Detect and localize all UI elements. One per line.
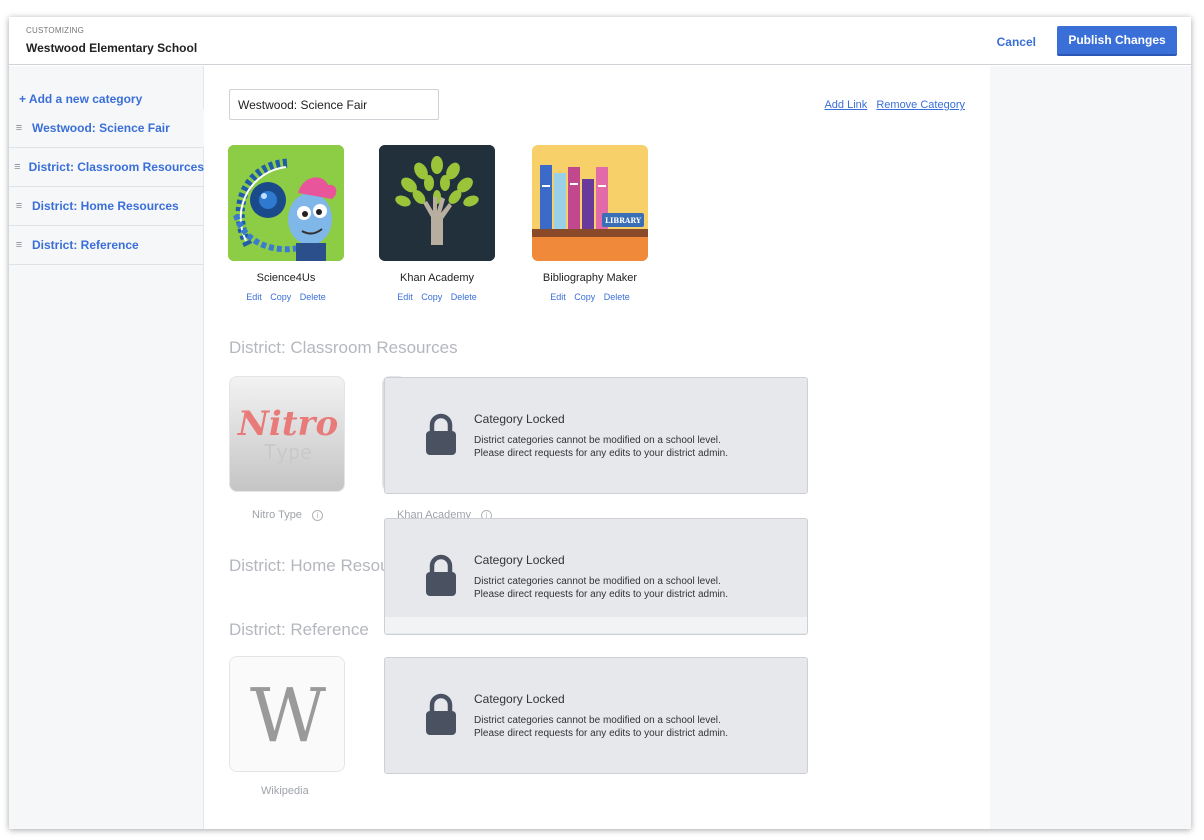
wikipedia-tile: W: [229, 656, 345, 772]
svg-text:LIBRARY: LIBRARY: [605, 216, 642, 225]
svg-text:Type: Type: [264, 440, 312, 464]
publish-changes-button[interactable]: Publish Changes: [1057, 26, 1177, 56]
lock-message: District categories cannot be modified o…: [474, 576, 729, 600]
sidebar-item-westwood-science-fair[interactable]: ≡ Westwood: Science Fair: [9, 109, 204, 148]
drag-handle-icon[interactable]: ≡: [13, 200, 25, 212]
drag-handle-icon[interactable]: ≡: [13, 122, 25, 134]
section-heading-reference: District: Reference: [229, 620, 373, 640]
lock-icon: [426, 554, 456, 596]
sidebar-item-label: Westwood: Science Fair: [32, 121, 170, 135]
copy-link[interactable]: Copy: [574, 292, 595, 302]
lock-message: District categories cannot be modified o…: [474, 715, 729, 739]
tile-name: Wikipedia: [261, 785, 309, 797]
drag-handle-icon[interactable]: ≡: [13, 161, 22, 173]
lock-title: Category Locked: [474, 553, 565, 567]
science4us-icon: [228, 145, 344, 261]
right-pane: [990, 66, 1191, 829]
tile-name: Nitro Type: [252, 509, 302, 521]
nitro-type-tile: Nitro Type: [229, 376, 345, 492]
category-locked-panel: Category Locked District categories cann…: [384, 377, 808, 494]
delete-link[interactable]: Delete: [451, 292, 477, 302]
sidebar-item-label: District: Reference: [32, 238, 139, 252]
tile-name: Khan Academy: [400, 272, 474, 284]
cancel-button[interactable]: Cancel: [997, 35, 1036, 49]
category-sidebar: + Add a new category ≡ Westwood: Science…: [9, 66, 204, 829]
lock-icon: [426, 413, 456, 455]
school-name: Westwood Elementary School: [26, 41, 198, 55]
sidebar-item-label: District: Home Resources: [32, 199, 179, 213]
sidebar-item-label: District: Classroom Resources: [28, 160, 204, 174]
khan-academy-tree-icon: [379, 145, 495, 261]
editor-main: Add Link Remove Category: [204, 66, 990, 829]
customize-window: CUSTOMIZING Westwood Elementary School C…: [9, 17, 1191, 829]
lock-title: Category Locked: [474, 412, 565, 426]
section-heading-classroom: District: Classroom Resources: [229, 338, 458, 357]
remove-category-button[interactable]: Remove Category: [876, 99, 965, 111]
copy-link[interactable]: Copy: [421, 292, 442, 302]
tile-actions: Edit Copy Delete: [362, 292, 512, 302]
science4us-tile[interactable]: [228, 145, 344, 261]
category-locked-panel: Category Locked District categories cann…: [384, 657, 808, 774]
category-name-input[interactable]: [229, 89, 439, 120]
library-books-icon: LIBRARY: [532, 145, 648, 261]
info-icon[interactable]: i: [311, 509, 323, 521]
khan-academy-tile[interactable]: [379, 145, 495, 261]
category-actions: Add Link Remove Category: [818, 99, 965, 111]
sidebar-item-home-resources[interactable]: ≡ District: Home Resources: [9, 187, 204, 226]
delete-link[interactable]: Delete: [300, 292, 326, 302]
sidebar-item-reference[interactable]: ≡ District: Reference: [9, 226, 204, 265]
nitro-type-logo: Nitro Type: [230, 377, 344, 491]
copy-link[interactable]: Copy: [270, 292, 291, 302]
top-bar: CUSTOMIZING Westwood Elementary School C…: [9, 17, 1191, 65]
bibliography-maker-tile[interactable]: LIBRARY: [532, 145, 648, 261]
tile-actions: Edit Copy Delete: [211, 292, 361, 302]
edit-link[interactable]: Edit: [397, 292, 413, 302]
add-category-link[interactable]: + Add a new category: [19, 92, 142, 106]
tile-actions: Edit Copy Delete: [515, 292, 665, 302]
add-link-button[interactable]: Add Link: [824, 99, 867, 111]
tile-name: Science4Us: [256, 272, 316, 284]
lock-title: Category Locked: [474, 692, 565, 706]
edit-link[interactable]: Edit: [550, 292, 566, 302]
customizing-label: CUSTOMIZING: [26, 26, 85, 35]
sidebar-item-classroom-resources[interactable]: ≡ District: Classroom Resources: [9, 148, 204, 187]
lock-icon: [426, 693, 456, 735]
locked-panel-footer: [385, 617, 807, 633]
lock-message: District categories cannot be modified o…: [474, 435, 729, 459]
edit-link[interactable]: Edit: [246, 292, 262, 302]
svg-text:W: W: [250, 673, 326, 759]
delete-link[interactable]: Delete: [604, 292, 630, 302]
drag-handle-icon[interactable]: ≡: [13, 239, 25, 251]
svg-text:Nitro: Nitro: [237, 404, 338, 444]
wikipedia-logo: W: [230, 657, 344, 771]
nitro-type-label: Nitro Type i: [252, 509, 323, 521]
tile-name: Bibliography Maker: [542, 272, 638, 284]
